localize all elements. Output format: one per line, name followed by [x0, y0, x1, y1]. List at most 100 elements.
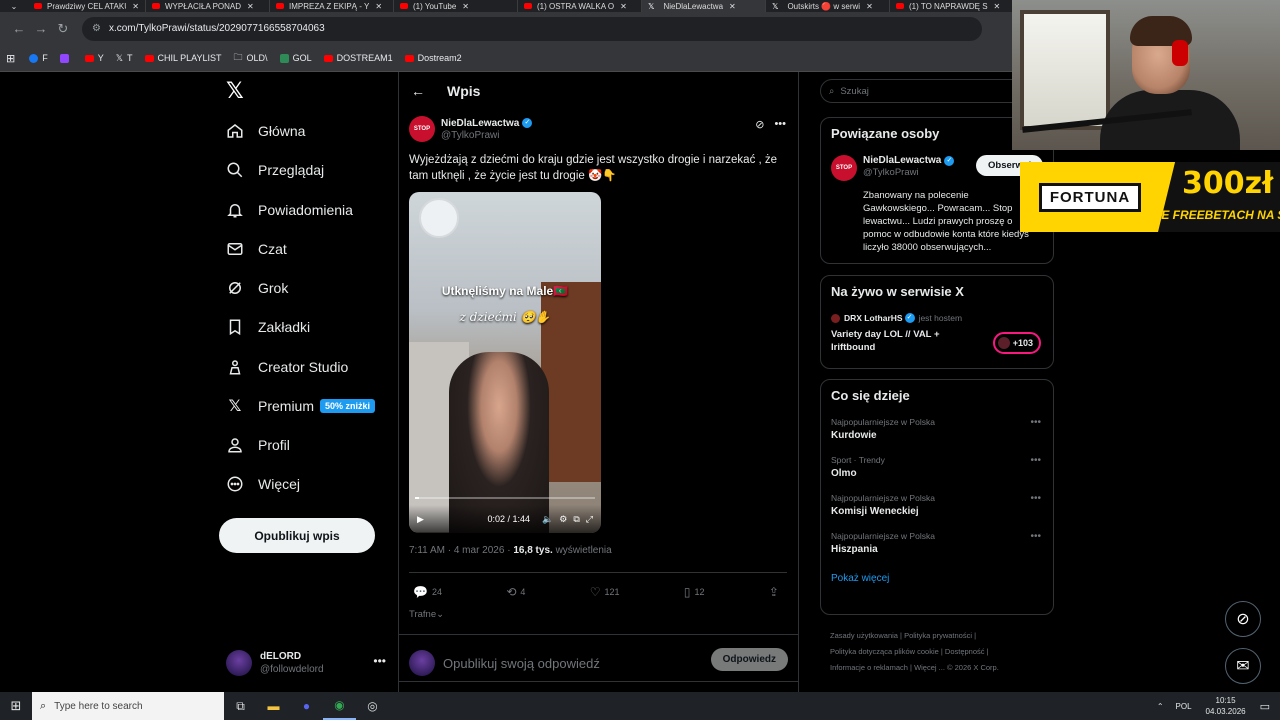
nav-creator-studio[interactable]: Creator Studio [226, 352, 348, 382]
bookmark-youtube[interactable]: Y [84, 53, 104, 63]
author-handle[interactable]: @TylkoPrawi [441, 130, 532, 141]
live-stream-title[interactable]: Variety day LOL // VAL + Iriftbound [831, 328, 971, 354]
volume-icon[interactable]: 🔈 [542, 514, 553, 525]
apps-icon[interactable]: ⊞ [6, 52, 15, 65]
taskbar-search[interactable]: ⌕ Type here to search [32, 692, 224, 720]
related-person[interactable]: STOP NieDlaLewactwa ✓ @TylkoPrawi Obserwu… [831, 155, 1044, 181]
like-button[interactable]: ♡ 121 [590, 585, 620, 599]
windows-start-icon[interactable]: ⊞ [0, 692, 32, 720]
post-button[interactable]: Opublikuj wpis [219, 518, 375, 553]
forward-icon[interactable]: → [30, 21, 52, 36]
settings-icon[interactable]: ⚙ [559, 514, 567, 525]
trend-item[interactable]: Najpopularniejsze w Polska Hiszpania ••• [831, 531, 1043, 555]
account-switcher[interactable]: dELORD @followdelord ••• [226, 646, 386, 680]
more-dots-icon[interactable]: ••• [1030, 455, 1041, 466]
obs-icon[interactable]: ◎ [356, 692, 389, 720]
bookmark-twitch[interactable] [59, 53, 73, 63]
site-info-icon[interactable]: ⚙ [92, 23, 101, 34]
grok-icon[interactable]: ⊘ [755, 118, 764, 131]
share-button[interactable]: ⇪ [769, 585, 783, 599]
browser-tab[interactable]: (1) YouTube ✕ [394, 0, 518, 12]
more-dots-icon[interactable]: ••• [373, 654, 386, 668]
nav-profile[interactable]: Profil [226, 430, 290, 460]
x-logo-icon[interactable]: 𝕏 [226, 80, 248, 102]
more-dots-icon[interactable]: ••• [774, 118, 786, 131]
back-icon[interactable]: ← [8, 21, 30, 36]
footer-line[interactable]: Informacje o reklamach | Więcej ... © 20… [830, 660, 1040, 676]
close-icon[interactable]: ✕ [247, 2, 254, 11]
fortuna-ad-overlay: FORTUNA 300zł WE FREEBETACH NA STA [1020, 162, 1280, 232]
task-view-icon[interactable]: ⧉ [224, 692, 257, 720]
bookmark-facebook[interactable]: F [29, 53, 48, 63]
bookmark-x[interactable]: 𝕏T [116, 53, 133, 64]
chrome-icon[interactable]: ◉ [323, 692, 356, 720]
browser-tab-active[interactable]: 𝕏 NieDlaLewactwa ✕ [642, 0, 766, 12]
bookmark-chil-playlist[interactable]: CHIL PLAYLIST [144, 53, 222, 63]
tweet-video[interactable]: Utknęliśmy na Male🇲🇻 z dziećmi 🥺✋ ▶ 0:02… [409, 192, 601, 533]
trend-item[interactable]: Najpopularniejsze w Polska Kurdowie ••• [831, 417, 1043, 441]
nav-chat[interactable]: Czat [226, 234, 287, 264]
language-indicator[interactable]: POL [1176, 702, 1192, 711]
close-icon[interactable]: ✕ [620, 2, 627, 11]
nav-notifications[interactable]: Powiadomienia [226, 195, 353, 225]
close-icon[interactable]: ✕ [994, 2, 1001, 11]
close-icon[interactable]: ✕ [132, 2, 139, 11]
discord-icon[interactable]: ● [290, 692, 323, 720]
browser-tab[interactable]: (1) OSTRA WALKA O ✕ [518, 0, 642, 12]
browser-tab[interactable]: (1) TO NAPRAWDĘ S ✕ [890, 0, 1014, 12]
footer-line[interactable]: Polityka dotycząca plików cookie | Dostę… [830, 644, 1040, 660]
nav-home[interactable]: Główna [226, 116, 305, 146]
live-host[interactable]: DRX LotharHS ✓ jest hostem [831, 313, 1043, 323]
bookmark-folder-old[interactable]: 🗀 OLD\ [234, 50, 268, 66]
pip-icon[interactable]: ⧉ [573, 514, 579, 525]
browser-tab[interactable]: IMPREZA Z EKIPĄ - Y ✕ [270, 0, 394, 12]
chevron-up-icon[interactable]: ⌃ [1157, 702, 1164, 711]
nav-premium[interactable]: 𝕏 Premium 50% zniżki [226, 391, 376, 421]
author-avatar[interactable]: STOP [409, 116, 435, 142]
grok-fab-button[interactable]: ⊘ [1225, 601, 1261, 637]
video-progress-bar[interactable] [415, 497, 595, 499]
nav-more[interactable]: Więcej [226, 469, 300, 499]
nav-grok[interactable]: Grok [226, 273, 288, 303]
more-dots-icon[interactable]: ••• [1030, 493, 1041, 504]
author-name[interactable]: NieDlaLewactwa ✓ [441, 118, 533, 129]
footer-line[interactable]: Zasady użytkowania | Polityka prywatnośc… [830, 628, 1040, 644]
bookmark-dostream2[interactable]: Dostream2 [404, 53, 462, 63]
back-arrow-icon[interactable]: ← [411, 83, 425, 99]
reply-submit-button[interactable]: Odpowiedz [710, 648, 788, 671]
browser-tab[interactable]: 𝕏 Outskirts 🔴 w serwi ✕ [766, 0, 890, 12]
reply-input[interactable]: Opublikuj swoją odpowiedź [443, 656, 600, 671]
bookmark-button[interactable]: ▯ 12 [684, 585, 705, 599]
bookmark-dostream1[interactable]: DOSTREAM1 [323, 53, 393, 63]
tweet-timestamp[interactable]: 7:11 AM · 4 mar 2026 [409, 545, 504, 556]
nav-explore[interactable]: Przeglądaj [226, 155, 324, 185]
url-input[interactable]: ⚙ x.com/TylkoPrawi/status/20290771665587… [82, 16, 982, 41]
show-more-link[interactable]: Pokaż więcej [831, 573, 1043, 584]
close-icon[interactable]: ✕ [866, 2, 873, 11]
more-dots-icon[interactable]: ••• [1030, 531, 1041, 542]
live-listeners-badge[interactable]: +103 [992, 332, 1041, 354]
file-explorer-icon[interactable]: ▬ [257, 692, 290, 720]
close-icon[interactable]: ✕ [375, 2, 382, 11]
messages-fab-button[interactable]: ✉ [1225, 648, 1261, 684]
notifications-icon[interactable]: ▭ [1260, 700, 1270, 713]
nav-bookmarks[interactable]: Zakładki [226, 312, 310, 342]
trend-item[interactable]: Najpopularniejsze w Polska Komisji Wenec… [831, 493, 1043, 517]
browser-tab[interactable]: WYPŁACIŁA PONAD ✕ [146, 0, 270, 12]
repost-button[interactable]: ⟲ 4 [506, 585, 525, 599]
play-icon[interactable]: ▶ [417, 514, 424, 525]
reply-sort-dropdown[interactable]: Trafne⌄ [409, 609, 788, 620]
youtube-icon [152, 3, 160, 9]
bookmark-gol[interactable]: GOL [279, 53, 312, 63]
tab-search-icon[interactable]: ⌄ [0, 0, 28, 12]
search-placeholder: Szukaj [840, 85, 869, 97]
trend-item[interactable]: Sport · Trendy Olmo ••• [831, 455, 1043, 479]
close-icon[interactable]: ✕ [729, 2, 736, 11]
more-dots-icon[interactable]: ••• [1030, 417, 1041, 428]
fullscreen-icon[interactable]: ⤢ [586, 514, 593, 525]
reply-button[interactable]: 💬 24 [413, 585, 442, 599]
close-icon[interactable]: ✕ [462, 2, 469, 11]
clock[interactable]: 10:15 04.03.2026 [1206, 695, 1246, 717]
reload-icon[interactable]: ↻ [52, 21, 74, 37]
browser-tab[interactable]: Prawdziwy CEL ATAKU ✕ [28, 0, 146, 12]
